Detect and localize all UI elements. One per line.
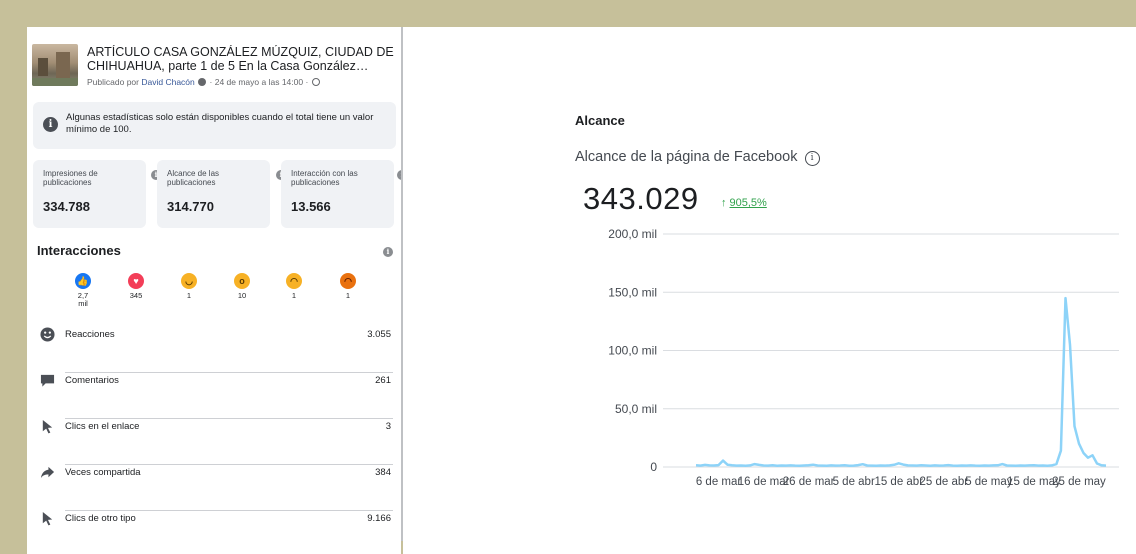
- post-title[interactable]: ARTÍCULO CASA GONZÁLEZ MÚZQUIZ, CIUDAD D…: [87, 45, 399, 73]
- love-icon: ♥: [128, 273, 144, 289]
- metric-label: Comentarios: [65, 375, 119, 386]
- stat-label: Alcance de las publicaciones: [167, 169, 220, 187]
- interactions-title: Interacciones: [37, 243, 121, 258]
- reaction-like: 👍 2,7 mil: [68, 273, 98, 308]
- metric-label: Veces compartida: [65, 467, 141, 478]
- post-thumbnail[interactable]: [32, 44, 78, 86]
- stat-value: 334.788: [43, 199, 90, 214]
- share-icon: [40, 466, 55, 479]
- cursor-icon: [42, 419, 53, 434]
- reach-line-chart[interactable]: 0 50,0 mil 100,0 mil 150,0 mil 200,0 mil 6 de…: [583, 222, 1123, 517]
- x-tick-label: 25 de abr: [919, 476, 968, 488]
- stat-card-reach[interactable]: Alcance de las publicaciones 314.770 i: [157, 160, 286, 228]
- metric-label: Reacciones: [65, 329, 115, 340]
- info-icon[interactable]: i: [804, 151, 820, 166]
- reach-title: Alcance: [575, 113, 625, 128]
- reaction-count: 1: [291, 291, 297, 300]
- reaction-count: 10: [237, 291, 247, 300]
- metric-row-link-clicks: Clics en el enlace 3: [37, 419, 393, 465]
- reaction-haha: ◡ 1: [174, 273, 204, 300]
- post-meta: Publicado por David Chacón · 24 de mayo …: [87, 77, 321, 87]
- y-tick-label: 100,0 mil: [608, 344, 657, 358]
- metric-row-reactions: Reacciones 3.055: [37, 327, 393, 373]
- x-tick-label: 15 de abr: [874, 476, 923, 488]
- metric-label: Clics de otro tipo: [65, 513, 136, 524]
- like-icon: 👍: [75, 273, 91, 289]
- reach-subtitle-text: Alcance de la página de Facebook: [575, 149, 798, 165]
- reaction-sad: ◠ 1: [279, 273, 309, 300]
- globe-icon: [311, 78, 320, 86]
- x-tick-label: 26 de mar: [783, 476, 835, 488]
- reach-change[interactable]: ↑ 905,5%: [721, 197, 767, 209]
- reach-series-line[interactable]: [695, 296, 1107, 467]
- reaction-count: 1: [345, 291, 351, 300]
- post-insights-panel: ARTÍCULO CASA GONZÁLEZ MÚZQUIZ, CIUDAD D…: [27, 27, 401, 554]
- metric-row-other-clicks: Clics de otro tipo 9.166: [37, 511, 393, 554]
- stat-label: Interacción con las publicaciones: [291, 169, 358, 187]
- metric-value: 261: [375, 375, 391, 386]
- reaction-angry: ◠ 1: [333, 273, 363, 300]
- wow-icon: o: [234, 273, 250, 289]
- info-icon: i: [43, 117, 58, 132]
- y-tick-label: 50,0 mil: [615, 402, 657, 416]
- reach-panel: Alcance Alcance de la página de Facebook…: [403, 27, 1136, 554]
- comment-icon: [40, 374, 55, 387]
- info-icon: [198, 78, 207, 86]
- post-date[interactable]: 24 de mayo a las 14:00: [215, 77, 303, 87]
- stat-value: 314.770: [167, 199, 214, 214]
- stat-label: Impresiones de publicaciones: [43, 169, 98, 187]
- reaction-count: 1: [186, 291, 192, 300]
- stats-notice: i Algunas estadísticas solo están dispon…: [33, 102, 396, 149]
- info-icon[interactable]: i: [383, 247, 393, 257]
- x-tick-label: 5 de may: [965, 476, 1013, 488]
- metric-value: 3.055: [367, 329, 391, 340]
- metric-value: 3: [385, 421, 391, 432]
- metric-row-shares: Veces compartida 384: [37, 465, 393, 511]
- reaction-count: 2,7 mil: [77, 291, 89, 308]
- metric-label: Clics en el enlace: [65, 421, 140, 432]
- metric-value: 9.166: [367, 513, 391, 524]
- y-tick-label: 0: [650, 460, 657, 474]
- reaction-wow: o 10: [227, 273, 257, 300]
- notice-text: Algunas estadísticas solo están disponib…: [66, 112, 374, 135]
- stat-value: 13.566: [291, 199, 331, 214]
- reaction-love: ♥ 345: [121, 273, 151, 300]
- y-tick-label: 150,0 mil: [608, 285, 657, 299]
- metric-value: 384: [375, 467, 391, 478]
- published-prefix: Publicado por: [87, 77, 139, 87]
- reach-subtitle: Alcance de la página de Facebook i: [575, 149, 820, 166]
- stat-card-engagement[interactable]: Interacción con las publicaciones 13.566…: [281, 160, 401, 228]
- stat-card-impressions[interactable]: Impresiones de publicaciones 334.788 i: [33, 160, 161, 228]
- y-tick-label: 200,0 mil: [608, 227, 657, 241]
- cursor-icon: [42, 511, 53, 526]
- x-tick-label: 25 de may: [1052, 476, 1106, 488]
- reaction-count: 345: [129, 291, 143, 300]
- x-tick-label: 5 de abr: [833, 476, 875, 488]
- post-author-link[interactable]: David Chacón: [141, 77, 194, 87]
- angry-icon: ◠: [340, 273, 356, 289]
- x-tick-label: 6 de mar: [696, 476, 742, 488]
- reach-change-percent[interactable]: 905,5%: [730, 197, 767, 209]
- reach-value: 343.029: [583, 181, 699, 216]
- smiley-icon: [40, 327, 55, 342]
- metric-row-comments: Comentarios 261: [37, 373, 393, 419]
- arrow-up-icon: ↑: [721, 197, 727, 209]
- sad-icon: ◠: [286, 273, 302, 289]
- haha-icon: ◡: [181, 273, 197, 289]
